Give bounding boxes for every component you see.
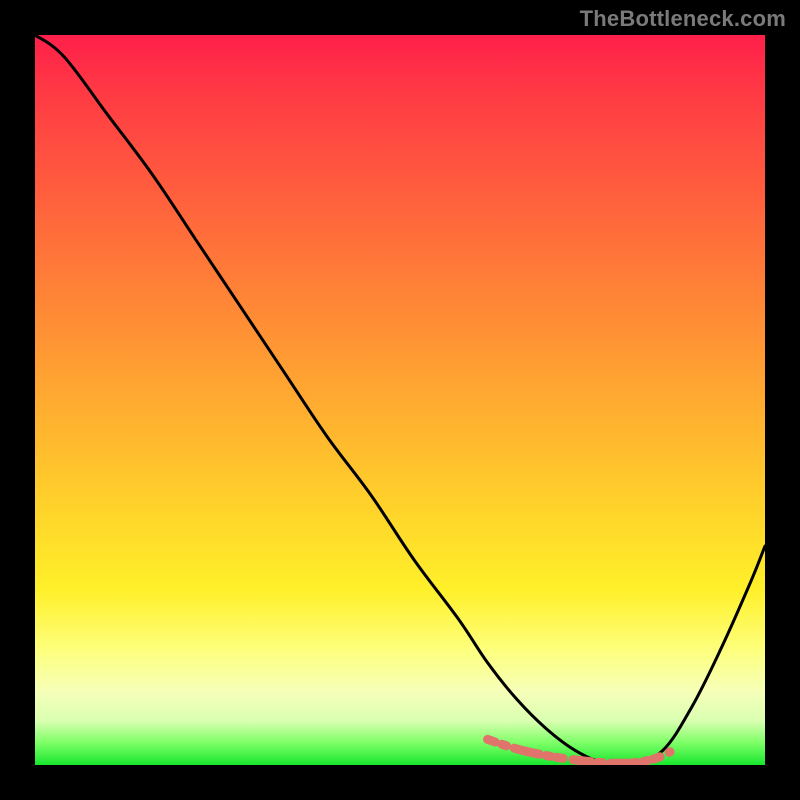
watermark-text: TheBottleneck.com [580,6,786,32]
bottleneck-curve [35,35,765,764]
chart-plot-area [35,35,765,765]
chart-overlay [35,35,765,765]
